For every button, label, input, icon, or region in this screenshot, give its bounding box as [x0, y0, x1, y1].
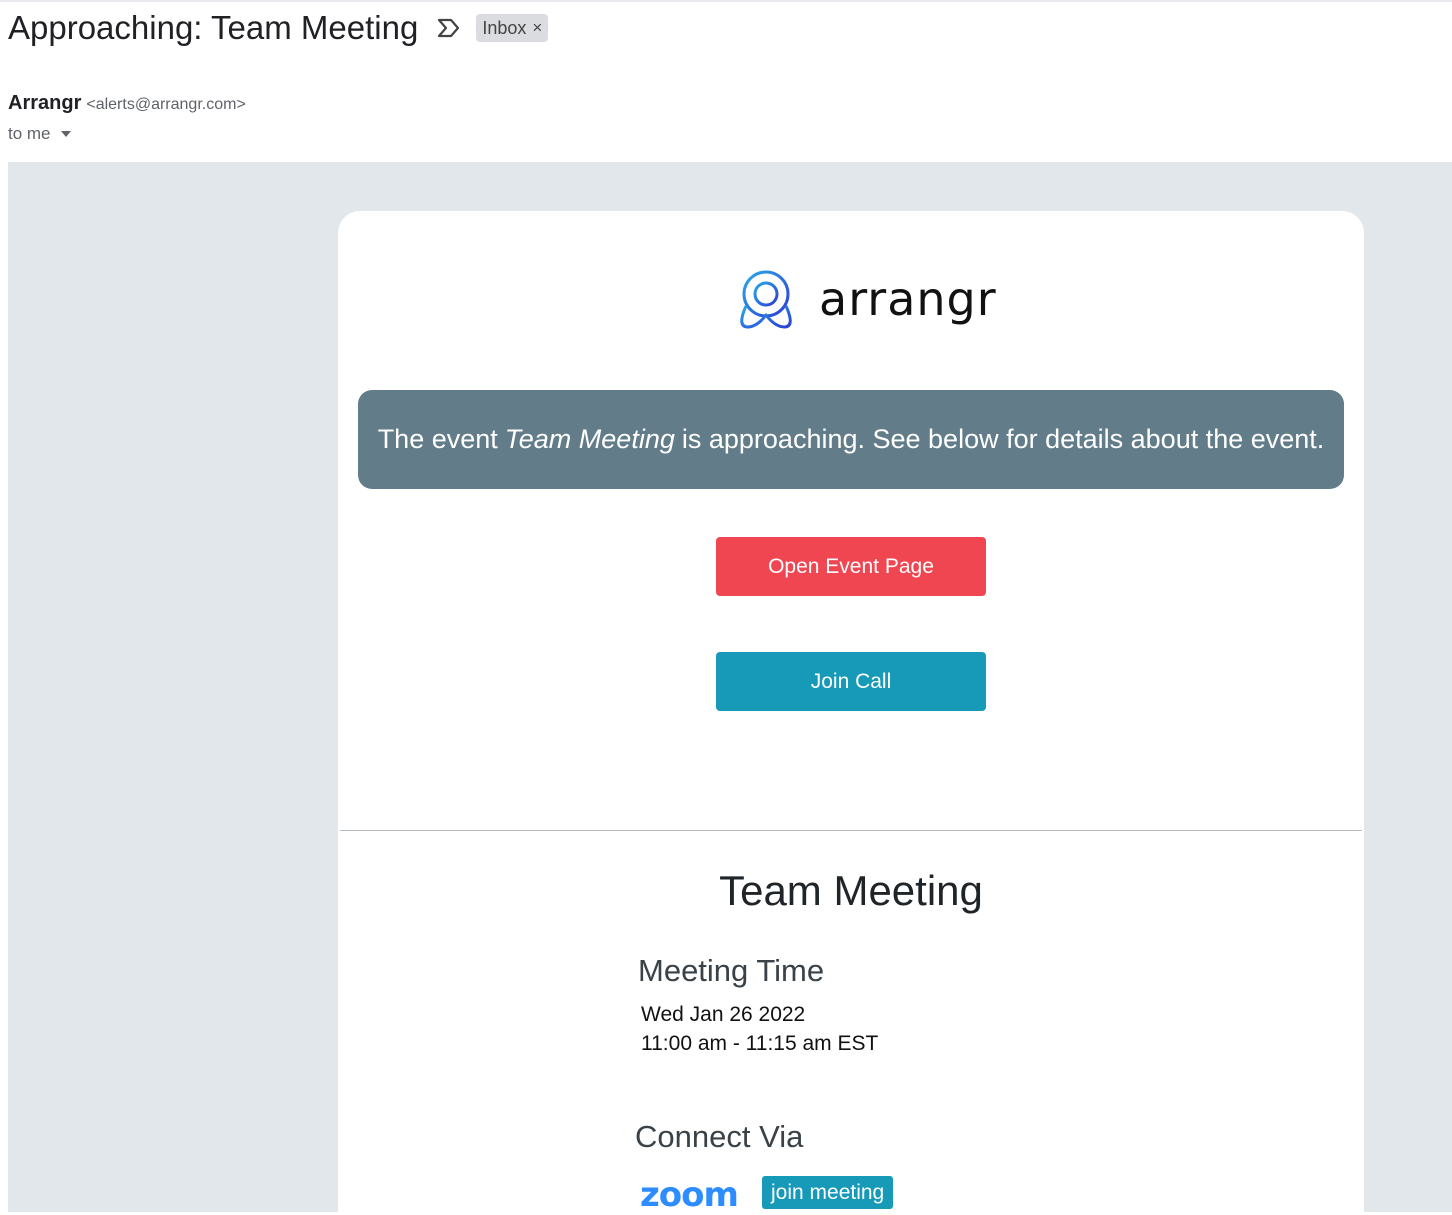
open-event-page-button[interactable]: Open Event Page [716, 537, 986, 596]
remove-label-icon[interactable]: × [532, 18, 542, 38]
email-card: arrangr The event Team Meeting is approa… [338, 211, 1364, 1215]
sender-email: <alerts@arrangr.com> [86, 96, 246, 113]
subject-row: Approaching: Team Meeting Inbox × [8, 6, 549, 50]
meeting-time-range: 11:00 am - 11:15 am EST [641, 1032, 879, 1055]
approaching-banner: The event Team Meeting is approaching. S… [358, 390, 1344, 489]
banner-event-name: Team Meeting [504, 424, 675, 454]
zoom-logo: zoom [640, 1175, 739, 1215]
event-title: Team Meeting [719, 867, 983, 914]
inbox-label-text: Inbox [482, 17, 527, 38]
arrangr-logo-icon [740, 270, 792, 329]
meeting-date: Wed Jan 26 2022 [641, 1003, 806, 1026]
important-marker-icon[interactable] [436, 17, 462, 39]
join-meeting-button[interactable]: join meeting [762, 1176, 894, 1209]
recipient-details-chevron-down-icon[interactable] [60, 131, 71, 137]
meeting-time-heading: Meeting Time [638, 953, 825, 988]
sender-row: Arrangr <alerts@arrangr.com> [8, 92, 246, 115]
inbox-label-chip[interactable]: Inbox × [476, 14, 549, 42]
section-divider [340, 830, 1362, 831]
recipient-row[interactable]: to me [8, 124, 71, 144]
connect-via-heading: Connect Via [635, 1119, 804, 1154]
email-subject: Approaching: Team Meeting [8, 9, 419, 46]
sender-name: Arrangr [8, 92, 82, 114]
recipient-text: to me [8, 124, 51, 143]
banner-prefix: The event [377, 424, 498, 454]
banner-suffix: is approaching. See below for details ab… [681, 424, 1325, 454]
top-border [0, 0, 1452, 2]
arrangr-logo-text: arrangr [819, 272, 997, 326]
join-call-button[interactable]: Join Call [716, 652, 986, 711]
arrangr-logo: arrangr [733, 266, 997, 332]
